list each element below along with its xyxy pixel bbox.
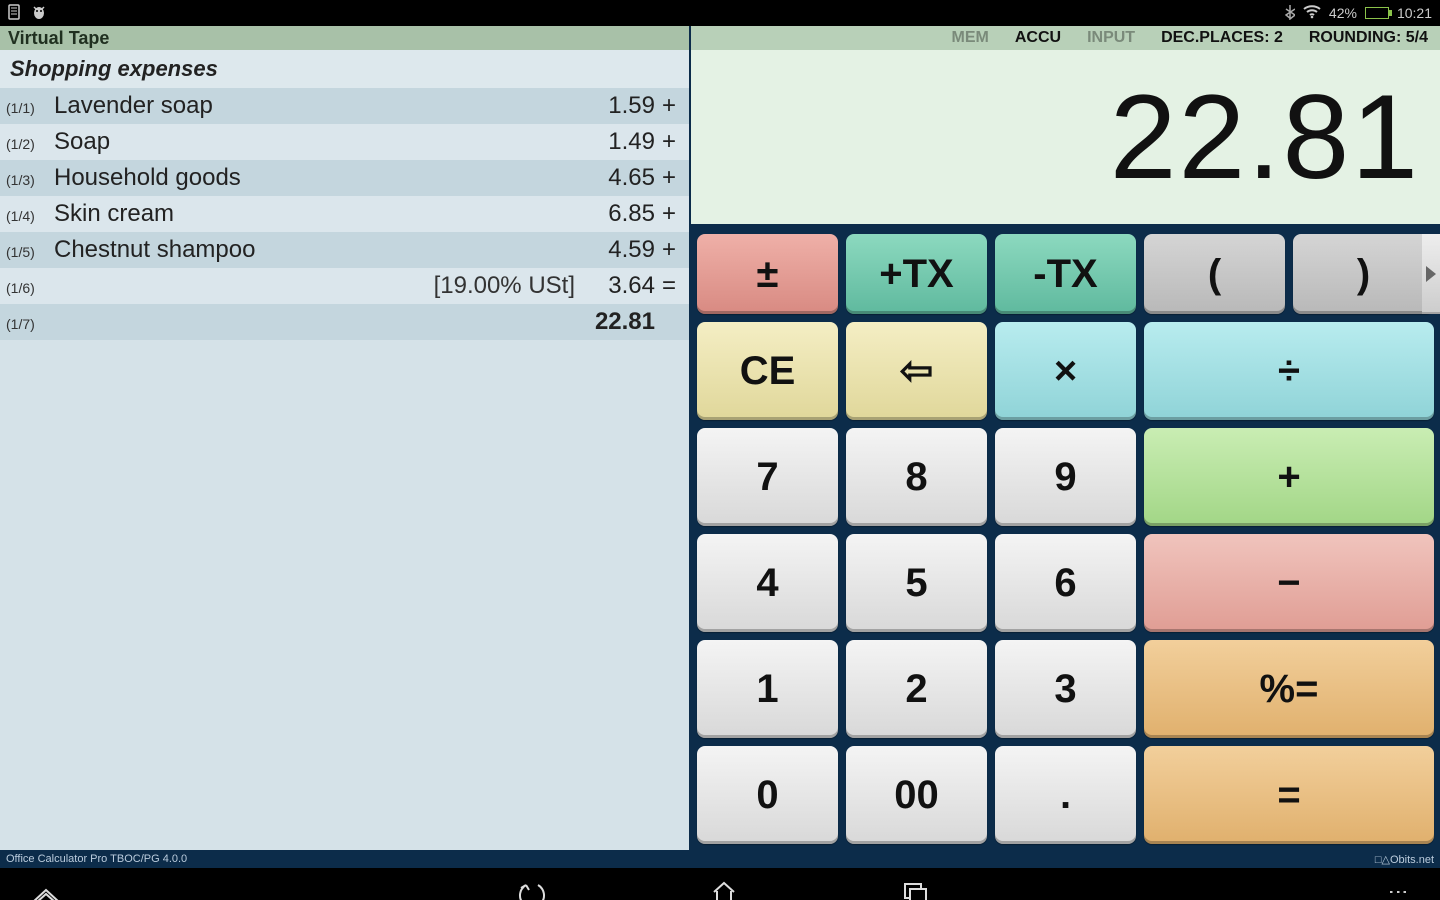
calc-display: 22.81 <box>691 50 1440 230</box>
row-label: Chestnut shampoo <box>54 236 585 264</box>
key-3[interactable]: 3 <box>995 640 1136 738</box>
row-index: (1/1) <box>6 100 54 116</box>
row-op: + <box>655 164 683 192</box>
nav-recent-icon[interactable] <box>900 877 932 900</box>
key-minus-tax[interactable]: -TX <box>995 234 1136 314</box>
tape-row[interactable]: (1/6) [19.00% USt] 3.64 = <box>0 268 689 304</box>
key-plus-minus[interactable]: ± <box>697 234 838 314</box>
key-00[interactable]: 00 <box>846 746 987 844</box>
tape-row[interactable]: (1/3) Household goods 4.65 + <box>0 160 689 196</box>
row-note: [19.00% USt] <box>434 272 575 300</box>
tape-header: Virtual Tape <box>0 26 689 50</box>
nav-drawer-icon[interactable] <box>30 877 62 900</box>
mode-input[interactable]: INPUT <box>1087 29 1135 47</box>
key-2[interactable]: 2 <box>846 640 987 738</box>
app-body: Virtual Tape Shopping expenses (1/1) Lav… <box>0 26 1440 850</box>
key-multiply[interactable]: × <box>995 322 1136 420</box>
row-label: Soap <box>54 128 585 156</box>
key-0[interactable]: 0 <box>697 746 838 844</box>
keypad-scroll-right[interactable] <box>1422 234 1440 314</box>
key-decimal[interactable]: . <box>995 746 1136 844</box>
android-debug-icon <box>30 4 48 23</box>
row-op: + <box>655 128 683 156</box>
row-value: 22.81 <box>585 308 655 336</box>
row-value: 4.59 <box>585 236 655 264</box>
key-paren-close[interactable]: ) <box>1293 234 1434 314</box>
nav-overflow-icon[interactable]: ⋮ <box>1386 882 1410 900</box>
row-op: = <box>655 272 683 300</box>
key-8[interactable]: 8 <box>846 428 987 526</box>
key-plus-tax[interactable]: +TX <box>846 234 987 314</box>
footer-version: Office Calculator Pro TBOC/PG 4.0.0 <box>6 853 187 865</box>
key-paren-open[interactable]: ( <box>1144 234 1285 314</box>
tape-row-total[interactable]: (1/7) 22.81 <box>0 304 689 340</box>
row-value: 4.65 <box>585 164 655 192</box>
keypad: ± +TX -TX ( ) CE ⇦ × ÷ 7 8 9 + 4 5 6 − <box>691 230 1440 850</box>
calc-mode-bar: MEM ACCU INPUT DEC.PLACES: 2 ROUNDING: 5… <box>691 26 1440 50</box>
mode-round[interactable]: ROUNDING: 5/4 <box>1309 29 1428 47</box>
row-value: 1.49 <box>585 128 655 156</box>
battery-percent: 42% <box>1329 5 1357 21</box>
tape-title[interactable]: Shopping expenses <box>0 50 689 88</box>
row-index: (1/5) <box>6 244 54 260</box>
row-index: (1/2) <box>6 136 54 152</box>
mode-mem[interactable]: MEM <box>952 29 989 47</box>
row-label: Household goods <box>54 164 585 192</box>
key-subtract[interactable]: − <box>1144 534 1434 632</box>
virtual-tape-panel: Virtual Tape Shopping expenses (1/1) Lav… <box>0 26 691 850</box>
row-index: (1/3) <box>6 172 54 188</box>
calculator-panel: MEM ACCU INPUT DEC.PLACES: 2 ROUNDING: 5… <box>691 26 1440 850</box>
row-op: + <box>655 236 683 264</box>
row-index: (1/6) <box>6 280 54 296</box>
tape-body: (1/1) Lavender soap 1.59 + (1/2) Soap 1.… <box>0 88 689 850</box>
nav-back-icon[interactable] <box>516 877 548 900</box>
key-9[interactable]: 9 <box>995 428 1136 526</box>
notification-icon <box>8 4 22 23</box>
mode-dec[interactable]: DEC.PLACES: 2 <box>1161 29 1283 47</box>
android-nav-bar: ⋮ <box>0 868 1440 900</box>
tape-row[interactable]: (1/2) Soap 1.49 + <box>0 124 689 160</box>
battery-icon <box>1365 7 1389 19</box>
mode-accu[interactable]: ACCU <box>1015 29 1061 47</box>
key-7[interactable]: 7 <box>697 428 838 526</box>
key-6[interactable]: 6 <box>995 534 1136 632</box>
tape-row[interactable]: (1/5) Chestnut shampoo 4.59 + <box>0 232 689 268</box>
key-backspace[interactable]: ⇦ <box>846 322 987 420</box>
bluetooth-icon <box>1285 4 1295 23</box>
key-divide[interactable]: ÷ <box>1144 322 1434 420</box>
key-percent-equals[interactable]: %= <box>1144 640 1434 738</box>
key-add[interactable]: + <box>1144 428 1434 526</box>
key-5[interactable]: 5 <box>846 534 987 632</box>
key-equals[interactable]: = <box>1144 746 1434 844</box>
row-op: + <box>655 200 683 228</box>
row-label: Skin cream <box>54 200 585 228</box>
key-1[interactable]: 1 <box>697 640 838 738</box>
android-status-bar: 42% 10:21 <box>0 0 1440 26</box>
row-value: 6.85 <box>585 200 655 228</box>
nav-home-icon[interactable] <box>708 877 740 900</box>
key-4[interactable]: 4 <box>697 534 838 632</box>
app-footer: Office Calculator Pro TBOC/PG 4.0.0 □△Ob… <box>0 850 1440 868</box>
row-op: + <box>655 92 683 120</box>
row-value: 3.64 <box>585 272 655 300</box>
tape-row[interactable]: (1/4) Skin cream 6.85 + <box>0 196 689 232</box>
row-value: 1.59 <box>585 92 655 120</box>
row-index: (1/7) <box>6 316 54 332</box>
row-label: Lavender soap <box>54 92 585 120</box>
clock: 10:21 <box>1397 5 1432 21</box>
row-index: (1/4) <box>6 208 54 224</box>
tape-row[interactable]: (1/1) Lavender soap 1.59 + <box>0 88 689 124</box>
footer-credit: □△Obits.net <box>1375 853 1434 866</box>
key-clear-entry[interactable]: CE <box>697 322 838 420</box>
wifi-icon <box>1303 5 1321 22</box>
